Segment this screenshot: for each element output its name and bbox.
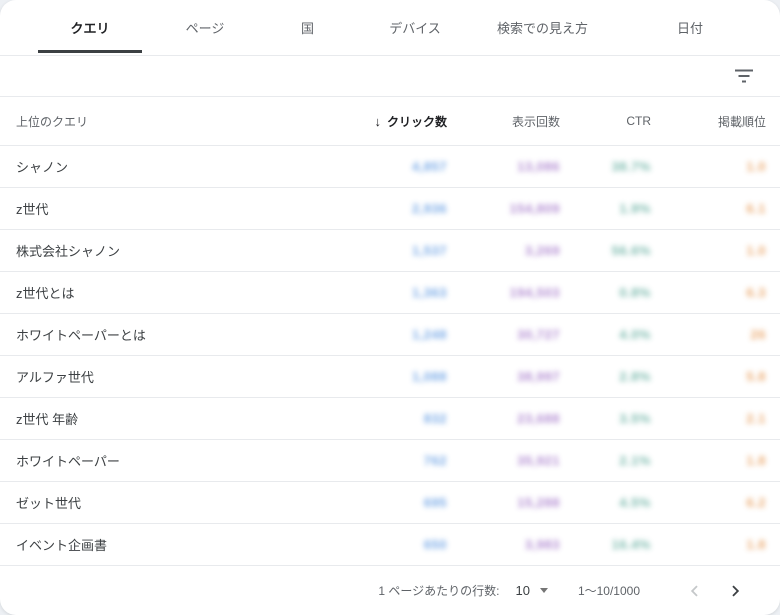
rows-per-page-select[interactable]: 10 <box>515 583 529 598</box>
query-cell: ホワイトペーパーとは <box>16 325 287 344</box>
search-performance-card: クエリページ国デバイス検索での見え方日付 上位のクエリ ↓ クリック数 表示回数… <box>0 0 780 615</box>
query-cell: z世代とは <box>16 283 287 302</box>
tab-item[interactable]: デバイス <box>355 0 475 55</box>
clicks-value-redacted: 650 <box>424 537 447 552</box>
clicks-value-redacted: 1,088 <box>412 369 447 384</box>
clicks-value-redacted: 4,857 <box>412 159 447 174</box>
query-cell: ゼット世代 <box>16 493 287 512</box>
table-row[interactable]: アルファ世代 1,088 38,997 2.8% 5.8 <box>0 356 780 398</box>
impressions-value-redacted: 30,727 <box>517 327 560 342</box>
ctr-value-redacted: 1.9% <box>619 201 651 216</box>
clicks-value-redacted: 2,936 <box>412 201 447 216</box>
clicks-value-redacted: 1,537 <box>412 243 447 258</box>
impressions-value-redacted: 3,269 <box>525 243 560 258</box>
table-row[interactable]: ホワイトペーパー 762 35,921 2.1% 1.8 <box>0 440 780 482</box>
chevron-left-icon <box>683 580 705 602</box>
table-row[interactable]: z世代 2,936 154,809 1.9% 6.1 <box>0 188 780 230</box>
query-cell: z世代 <box>16 199 287 218</box>
position-value-redacted: 26 <box>751 327 766 342</box>
rows-per-page-label: 1 ページあたりの行数: <box>378 582 499 599</box>
pagination-range: 1〜10/1000 <box>578 582 640 599</box>
query-cell: アルファ世代 <box>16 367 287 386</box>
filter-button[interactable] <box>730 62 758 90</box>
query-cell: シャノン <box>16 157 287 176</box>
ctr-value-redacted: 0.8% <box>619 285 651 300</box>
query-cell: 株式会社シャノン <box>16 241 287 260</box>
pagination-bar: 1 ページあたりの行数: 10 1〜10/1000 <box>0 566 780 615</box>
table-row[interactable]: ゼット世代 695 15,288 4.5% 6.2 <box>0 482 780 524</box>
clicks-value-redacted: 762 <box>424 453 447 468</box>
dimension-tabs: クエリページ国デバイス検索での見え方日付 <box>0 0 780 56</box>
filter-row <box>0 56 780 97</box>
tab-item[interactable]: 日付 <box>610 0 770 55</box>
column-header-impressions[interactable]: 表示回数 <box>447 113 560 130</box>
table-body: シャノン 4,857 13,086 38.7% 1.0 z世代 2,936 15… <box>0 146 780 566</box>
ctr-value-redacted: 38.7% <box>612 159 651 174</box>
position-value-redacted: 1.0 <box>746 159 766 174</box>
sort-descending-icon: ↓ <box>374 114 381 129</box>
clicks-value-redacted: 695 <box>424 495 447 510</box>
previous-page-button[interactable] <box>682 579 706 603</box>
query-cell: イベント企画書 <box>16 535 287 554</box>
ctr-value-redacted: 2.8% <box>619 369 651 384</box>
column-header-position[interactable]: 掲載順位 <box>651 113 766 130</box>
query-cell: z世代 年齢 <box>16 409 287 428</box>
position-value-redacted: 5.8 <box>746 369 766 384</box>
ctr-value-redacted: 2.1% <box>619 453 651 468</box>
tab-item[interactable]: ページ <box>150 0 260 55</box>
ctr-value-redacted: 4.0% <box>619 327 651 342</box>
next-page-button[interactable] <box>724 579 748 603</box>
table-row[interactable]: 株式会社シャノン 1,537 3,269 56.6% 1.0 <box>0 230 780 272</box>
position-value-redacted: 2.1 <box>746 411 766 426</box>
column-header-ctr[interactable]: CTR <box>560 114 651 128</box>
impressions-value-redacted: 38,997 <box>517 369 560 384</box>
tab-item[interactable]: 検索での見え方 <box>475 0 610 55</box>
dropdown-caret-icon[interactable] <box>540 588 548 593</box>
table-row[interactable]: z世代 年齢 832 23,688 3.5% 2.1 <box>0 398 780 440</box>
impressions-value-redacted: 13,086 <box>517 159 560 174</box>
clicks-value-redacted: 832 <box>424 411 447 426</box>
table-row[interactable]: ホワイトペーパーとは 1,248 30,727 4.0% 26 <box>0 314 780 356</box>
column-header-query: 上位のクエリ <box>16 113 287 130</box>
ctr-value-redacted: 56.6% <box>612 243 651 258</box>
table-row[interactable]: イベント企画書 650 3,983 16.4% 1.8 <box>0 524 780 566</box>
clicks-value-redacted: 1,363 <box>412 285 447 300</box>
impressions-value-redacted: 23,688 <box>517 411 560 426</box>
clicks-value-redacted: 1,248 <box>412 327 447 342</box>
ctr-value-redacted: 4.5% <box>619 495 651 510</box>
impressions-value-redacted: 194,503 <box>510 285 561 300</box>
table-row[interactable]: z世代とは 1,363 194,503 0.8% 6.3 <box>0 272 780 314</box>
table-row[interactable]: シャノン 4,857 13,086 38.7% 1.0 <box>0 146 780 188</box>
table-header: 上位のクエリ ↓ クリック数 表示回数 CTR 掲載順位 <box>0 97 780 146</box>
tab-item[interactable]: 国 <box>260 0 355 55</box>
impressions-value-redacted: 3,983 <box>525 537 560 552</box>
column-header-clicks-label: クリック数 <box>387 113 447 130</box>
impressions-value-redacted: 154,809 <box>510 201 561 216</box>
tab-active[interactable]: クエリ <box>30 0 150 55</box>
query-cell: ホワイトペーパー <box>16 451 287 470</box>
ctr-value-redacted: 3.5% <box>619 411 651 426</box>
position-value-redacted: 1.0 <box>746 243 766 258</box>
position-value-redacted: 1.8 <box>746 453 766 468</box>
position-value-redacted: 6.2 <box>746 495 766 510</box>
position-value-redacted: 6.1 <box>746 201 766 216</box>
chevron-right-icon <box>725 580 747 602</box>
ctr-value-redacted: 16.4% <box>612 537 651 552</box>
position-value-redacted: 1.8 <box>746 537 766 552</box>
impressions-value-redacted: 15,288 <box>517 495 560 510</box>
impressions-value-redacted: 35,921 <box>517 453 560 468</box>
filter-list-icon <box>734 68 754 84</box>
position-value-redacted: 6.3 <box>746 285 766 300</box>
column-header-clicks[interactable]: ↓ クリック数 <box>287 113 447 130</box>
